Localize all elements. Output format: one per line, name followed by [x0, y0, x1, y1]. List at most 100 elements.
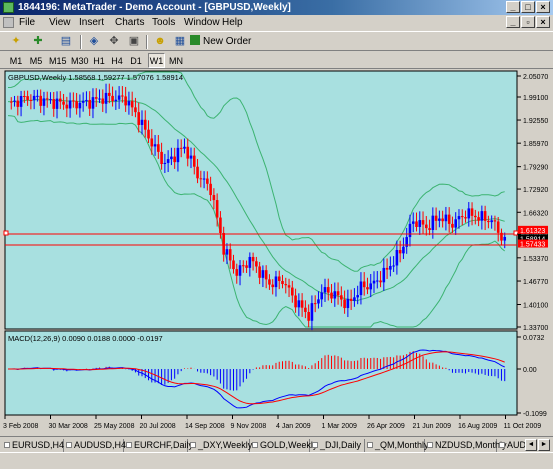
candle-body: [72, 100, 75, 102]
candle-body: [16, 100, 20, 107]
candle-body: [45, 98, 49, 100]
candle-body: [431, 215, 435, 230]
candle-body: [68, 100, 72, 109]
menu-bar: File View Insert Charts Tools Window Hel…: [0, 15, 553, 30]
menu-help[interactable]: Help: [222, 16, 243, 29]
tab-scroll-left-button[interactable]: ◄: [525, 439, 537, 451]
tab-gold-weekly[interactable]: GOLD,Weekly: [250, 439, 317, 452]
candle-body: [39, 95, 42, 106]
candle-body: [26, 96, 29, 100]
candle-body: [340, 295, 343, 300]
candle-body: [176, 147, 180, 163]
menu-tools[interactable]: Tools: [152, 16, 175, 29]
menu-view[interactable]: View: [49, 16, 71, 29]
tab-eurusd-h4[interactable]: EURUSD,H4: [2, 439, 64, 452]
candle-body: [75, 101, 78, 109]
timeframe-mn[interactable]: MN: [168, 53, 184, 68]
candle-body: [415, 221, 418, 227]
terminal-icon[interactable]: ▣: [126, 34, 142, 49]
maximize-button[interactable]: □: [521, 1, 535, 13]
new-chart-icon[interactable]: ✦: [8, 34, 24, 49]
candle-body: [294, 295, 297, 308]
timeframe-h1[interactable]: H1: [92, 53, 106, 68]
candle-body: [395, 249, 399, 266]
date-tick-label: 25 May 2008: [94, 423, 135, 430]
main-chart-pane[interactable]: [4, 70, 518, 330]
candle-body: [382, 267, 386, 283]
tab-label: _DJI,Daily: [320, 440, 362, 450]
candle-body: [166, 159, 170, 163]
candle-body: [313, 303, 317, 305]
candle-body: [274, 276, 278, 288]
tab-audnz[interactable]: AUDNZ: [497, 439, 525, 452]
candle-body: [451, 223, 454, 228]
menu-file[interactable]: File: [19, 16, 35, 29]
new-order-button[interactable]: New Order: [190, 34, 251, 49]
minimize-button[interactable]: _: [506, 1, 520, 13]
tab-label: EURUSD,H4: [12, 440, 65, 450]
title-bar: 1844196: MetaTrader - Demo Account - [GB…: [0, 0, 553, 15]
chart-close-button[interactable]: ×: [536, 16, 550, 28]
candle-body: [147, 129, 150, 139]
candle-body: [271, 284, 275, 288]
tab-scroll-right-button[interactable]: ►: [538, 439, 550, 451]
candle-body: [268, 279, 271, 285]
chart-tab-icon: [499, 442, 505, 448]
toolbar-separator: [146, 35, 148, 49]
tab-audusd-h4[interactable]: AUDUSD,H4: [64, 439, 126, 452]
close-button[interactable]: ×: [536, 1, 550, 13]
timeframes-toolbar: M1 M5 M15 M30 H1 H4 D1 W1 MN: [0, 52, 553, 69]
data-window-icon[interactable]: ◈: [86, 34, 102, 49]
chart-tab-icon: [312, 442, 318, 448]
candle-body: [392, 265, 395, 267]
candle-body: [349, 298, 353, 301]
menu-charts[interactable]: Charts: [115, 16, 144, 29]
timeframe-m15[interactable]: M15: [48, 53, 67, 68]
market-watch-icon[interactable]: ▤: [58, 34, 74, 49]
chart-tab-icon: [427, 442, 433, 448]
timeframe-w1[interactable]: W1: [148, 53, 165, 68]
chart-restore-button[interactable]: ▫: [521, 16, 535, 28]
menu-insert[interactable]: Insert: [79, 16, 104, 29]
menu-window[interactable]: Window: [184, 16, 220, 29]
candle-body: [55, 98, 59, 109]
date-tick-label: 9 Nov 2008: [231, 423, 267, 430]
standard-toolbar: ✦ ✚ ▤ ◈ ✥ ▣ ☻ ▦ New Order: [0, 31, 553, 51]
price-chart[interactable]: GBPUSD,Weekly 1.58568 1.59277 1.57076 1.…: [0, 69, 553, 436]
candle-body: [251, 256, 255, 262]
tab-nzdusd-monthly[interactable]: NZDUSD,Monthly: [425, 439, 507, 452]
navigator-icon[interactable]: ✥: [106, 34, 122, 49]
candle-body: [304, 307, 307, 312]
candle-body: [460, 216, 464, 218]
date-tick-label: 14 Sep 2008: [185, 423, 225, 430]
timeframe-m1[interactable]: M1: [8, 53, 24, 68]
candle-body: [402, 246, 405, 254]
chart-header: GBPUSD,Weekly 1.58568 1.59277 1.57076 1.…: [8, 73, 183, 82]
timeframe-h4[interactable]: H4: [110, 53, 124, 68]
strategy-tester-icon[interactable]: ☻: [152, 34, 168, 49]
timeframe-m30[interactable]: M30: [70, 53, 89, 68]
profiles-icon[interactable]: ✚: [30, 34, 46, 49]
price-tick-label: 1.46770: [523, 279, 548, 286]
timeframe-m5[interactable]: M5: [28, 53, 44, 68]
toolbar-separator: [80, 35, 82, 49]
tab-dxy-weekly[interactable]: _DXY,Weekly: [188, 439, 252, 452]
date-tick-label: 3 Feb 2008: [3, 423, 39, 430]
tab-eurchf-daily[interactable]: EURCHF,Daily: [124, 439, 193, 452]
history-center-icon[interactable]: ▦: [172, 34, 188, 49]
price-tick-label: 1.33700: [523, 325, 548, 332]
tab-qm-monthly[interactable]: _QM,Monthly: [365, 439, 429, 452]
candle-body: [408, 223, 412, 238]
chart-window[interactable]: GBPUSD,Weekly 1.58568 1.59277 1.57076 1.…: [0, 69, 553, 436]
candle-body: [206, 178, 209, 184]
candle-body: [127, 101, 131, 106]
macd-tick-label: 0.00: [523, 367, 537, 374]
chart-minimize-button[interactable]: _: [506, 16, 520, 28]
candle-body: [104, 92, 108, 104]
candle-body: [477, 217, 480, 221]
timeframe-d1[interactable]: D1: [129, 53, 143, 68]
candle-body: [248, 256, 252, 268]
chart-window-icon[interactable]: [3, 17, 14, 28]
line-handle[interactable]: [3, 230, 9, 236]
tab-dji-daily[interactable]: _DJI,Daily: [310, 439, 365, 452]
